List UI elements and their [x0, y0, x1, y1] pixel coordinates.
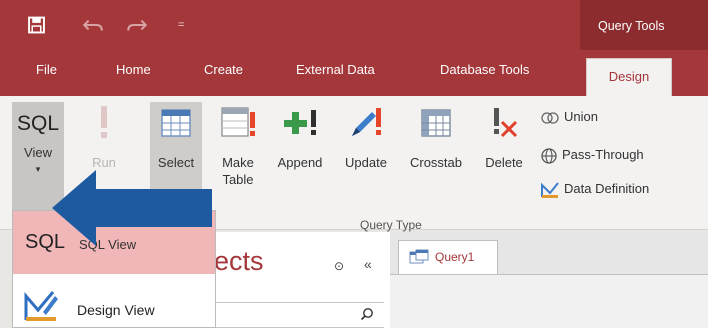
- exclamation-icon: [101, 106, 107, 138]
- collapse-nav-icon[interactable]: «: [364, 256, 372, 272]
- pointer-arrow-icon: [52, 170, 212, 246]
- navigation-pane: ects ⊙ «: [214, 232, 390, 328]
- nav-pane-title: ects: [214, 246, 264, 276]
- union-button[interactable]: Union: [540, 106, 598, 128]
- append-icon: [284, 110, 316, 135]
- view-label: View: [24, 145, 52, 160]
- delete-button[interactable]: Delete: [476, 102, 532, 218]
- document-tab-query1[interactable]: Query1: [398, 240, 498, 274]
- document-area: Query1: [390, 232, 708, 328]
- query-canvas[interactable]: [390, 274, 708, 328]
- crosstab-button[interactable]: Crosstab: [400, 102, 472, 218]
- save-icon[interactable]: [28, 16, 45, 34]
- make-table-button[interactable]: Make Table: [212, 102, 264, 218]
- search-icon[interactable]: [360, 307, 374, 321]
- union-label: Union: [564, 109, 598, 124]
- tab-home[interactable]: Home: [116, 62, 151, 77]
- make-table-label-2: Table: [222, 172, 254, 187]
- query-icon: [409, 249, 429, 264]
- query-type-group-label: Query Type: [360, 218, 422, 232]
- pass-through-button[interactable]: Pass-Through: [540, 144, 644, 166]
- make-table-icon: [221, 107, 255, 137]
- make-table-label-1: Make: [222, 155, 254, 170]
- design-view-label: Design View: [77, 302, 155, 318]
- title-bar: = Query Tools: [0, 0, 708, 50]
- append-button[interactable]: Append: [270, 102, 330, 218]
- data-definition-button[interactable]: Data Definition: [540, 178, 649, 200]
- redo-icon[interactable]: [126, 16, 148, 34]
- tab-create[interactable]: Create: [204, 62, 243, 77]
- design-view-icon: [24, 291, 58, 321]
- nav-search-input[interactable]: [214, 302, 384, 328]
- tab-database-tools[interactable]: Database Tools: [440, 62, 529, 77]
- update-button[interactable]: Update: [336, 102, 396, 218]
- crosstab-label: Crosstab: [409, 155, 463, 170]
- tab-external-data[interactable]: External Data: [296, 62, 375, 77]
- pass-through-label: Pass-Through: [562, 147, 644, 162]
- append-label: Append: [277, 155, 323, 170]
- delete-label: Delete: [485, 155, 523, 170]
- select-label: Select: [157, 155, 195, 170]
- globe-icon: [541, 147, 557, 164]
- union-icon: [541, 111, 559, 124]
- tab-design[interactable]: Design: [586, 58, 672, 96]
- nav-pane-menu-icon[interactable]: ⊙: [334, 259, 344, 273]
- document-tab-label: Query1: [435, 250, 475, 264]
- menu-item-design-view[interactable]: Design View: [13, 274, 215, 328]
- update-icon: [352, 108, 381, 136]
- data-definition-icon: [541, 181, 559, 198]
- delete-icon: [494, 108, 518, 138]
- update-label: Update: [345, 155, 387, 170]
- undo-icon[interactable]: [82, 16, 104, 34]
- data-definition-label: Data Definition: [564, 181, 650, 196]
- run-label: Run: [92, 155, 116, 170]
- customize-qat-icon[interactable]: =: [178, 16, 184, 34]
- contextual-tab-label: Query Tools: [580, 0, 708, 50]
- select-query-icon: [161, 109, 191, 137]
- tab-file[interactable]: File: [36, 62, 57, 77]
- sql-view-icon: SQL: [16, 112, 60, 135]
- crosstab-icon: [421, 109, 451, 137]
